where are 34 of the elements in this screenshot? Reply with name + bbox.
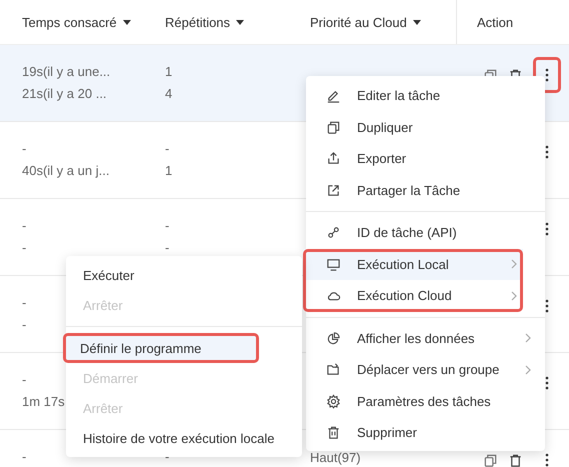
table-cell: 4 [165,87,172,101]
menu-item[interactable]: Supprimer [306,417,545,448]
table-cell: 19s(il y a une... [22,65,110,79]
column-header[interactable]: Priorité au Cloud [310,14,407,30]
table-cell: - [165,241,170,255]
table-cell: - [22,373,26,387]
menu-item[interactable]: Editer la tâche [306,80,545,112]
menu-item[interactable]: Afficher les données [306,322,545,354]
table-cell: 1 [165,65,172,79]
table-cell: 1 [165,164,172,178]
table-cell: - [22,241,26,255]
menu-item[interactable]: Exécution Cloud [303,280,523,312]
menu-item[interactable]: Définir le programme [63,333,259,363]
column-header: Action [477,14,514,30]
table-cell: - [22,450,26,464]
table-cell: - [165,142,170,156]
table-cell: 1m 17s [22,395,65,409]
table-cell: 21s(il y a 20 ... [22,87,107,101]
column-header[interactable]: Répétitions [165,14,230,30]
table-cell: - [165,450,170,464]
menu-item[interactable]: Exporter [306,143,545,174]
table-cell: - [22,142,26,156]
table-cell: 40s(il y a un j... [22,164,110,178]
menu-item[interactable]: Histoire de votre exécution locale [66,423,302,453]
menu-item[interactable]: ID de tâche (API) [306,217,545,248]
menu-item[interactable]: Exécution Local [303,248,523,280]
table-cell: - [22,296,26,310]
table-cell: Haut(97) [310,451,361,465]
column-header[interactable]: Temps consacré [22,14,117,30]
menu-item[interactable]: Déplacer vers un groupe [306,354,545,386]
table-cell: - [22,219,26,233]
menu-item[interactable]: Paramètres des tâches [306,386,545,417]
table-cell: - [165,219,170,233]
table-cell: - [22,318,26,332]
